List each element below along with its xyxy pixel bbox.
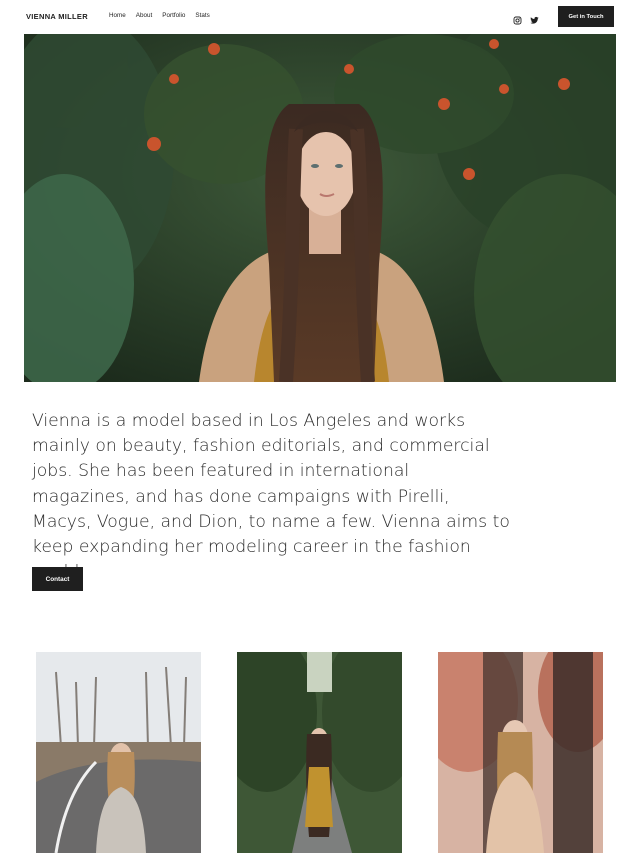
nav-stats[interactable]: Stats <box>195 12 209 19</box>
intro-paragraph: Vienna is a model based in Los Angeles a… <box>32 411 510 582</box>
gallery-photo-autumn[interactable] <box>438 652 603 853</box>
hero-image <box>24 34 616 382</box>
brand-logo[interactable]: VIENNA MILLER <box>26 12 88 21</box>
instagram-icon[interactable] <box>513 12 522 25</box>
contact-button[interactable]: Contact <box>32 567 83 591</box>
twitter-icon[interactable] <box>530 12 539 24</box>
main-nav: Home About Portfolio Stats <box>109 12 210 19</box>
nav-about[interactable]: About <box>136 12 152 19</box>
social-links <box>513 12 539 25</box>
photo-gallery <box>0 652 640 853</box>
gallery-photo-forest-path[interactable] <box>237 652 402 853</box>
nav-portfolio[interactable]: Portfolio <box>162 12 185 19</box>
gallery-photo-road[interactable] <box>36 652 201 853</box>
get-in-touch-button[interactable]: Get in Touch <box>558 6 614 27</box>
site-header: VIENNA MILLER Home About Portfolio Stats… <box>0 0 640 34</box>
nav-home[interactable]: Home <box>109 12 126 19</box>
